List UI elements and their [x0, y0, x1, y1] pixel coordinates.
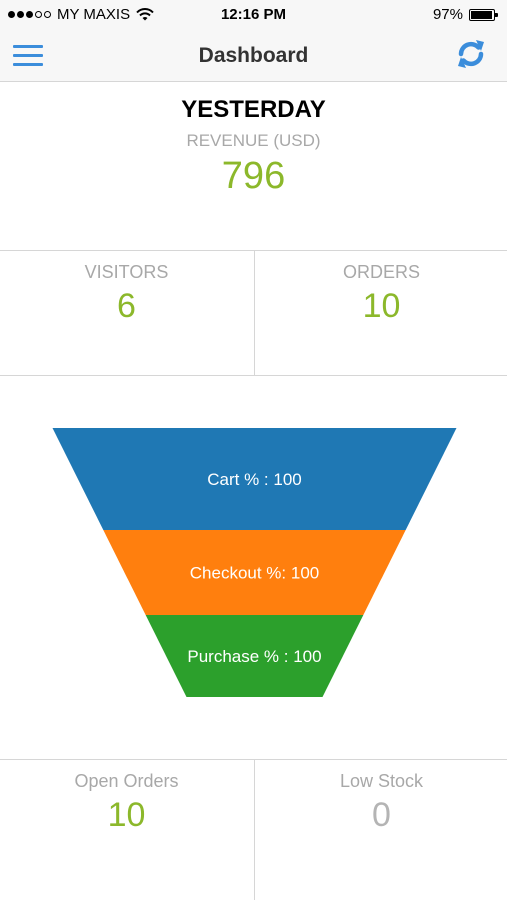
visitors-value: 6	[117, 287, 136, 325]
battery-tip	[495, 12, 498, 17]
yesterday-title: YESTERDAY	[181, 96, 326, 123]
orders-tile[interactable]: ORDERS 10	[254, 251, 507, 375]
status-right: 97%	[432, 6, 498, 23]
yesterday-revenue-panel: YESTERDAY REVENUE (USD) 796	[0, 82, 507, 251]
refresh-icon[interactable]	[453, 36, 489, 72]
open-orders-low-stock-row: Open Orders 10 Low Stock 0	[0, 760, 507, 900]
menu-line	[13, 54, 43, 57]
open-orders-value: 10	[107, 796, 146, 834]
battery-fill	[471, 10, 493, 19]
visitors-orders-row: VISITORS 6 ORDERS 10	[0, 251, 507, 376]
low-stock-tile[interactable]: Low Stock 0	[254, 760, 507, 900]
menu-line	[13, 45, 43, 48]
status-bar: MY MAXIS 12:16 PM 97%	[0, 0, 507, 28]
funnel-stage-label: Cart % : 100	[207, 470, 302, 489]
battery-percent: 97%	[432, 6, 463, 23]
battery-icon	[469, 8, 498, 21]
orders-value: 10	[362, 287, 401, 325]
conversion-funnel-chart: Cart % : 100 Checkout %: 100 Purchase % : …	[52, 428, 457, 697]
low-stock-label: Low Stock	[339, 771, 424, 791]
funnel-stage-label: Checkout %: 100	[190, 564, 319, 583]
navigation-bar: Dashboard	[0, 28, 507, 82]
menu-line	[13, 63, 43, 66]
open-orders-label: Open Orders	[74, 771, 179, 791]
hamburger-menu-icon[interactable]	[13, 45, 43, 67]
low-stock-value: 0	[372, 796, 391, 834]
status-time: 12:16 PM	[220, 6, 287, 23]
conversion-funnel-panel: Cart % : 100 Checkout %: 100 Purchase % : …	[0, 376, 507, 760]
revenue-value: 796	[221, 155, 286, 197]
orders-label: ORDERS	[342, 262, 420, 282]
visitors-label: VISITORS	[84, 262, 169, 282]
revenue-label: REVENUE (USD)	[186, 131, 321, 150]
visitors-tile[interactable]: VISITORS 6	[0, 251, 253, 375]
page-title: Dashboard	[198, 44, 309, 67]
open-orders-tile[interactable]: Open Orders 10	[0, 760, 253, 900]
funnel-stage-label: Purchase % : 100	[187, 647, 321, 666]
